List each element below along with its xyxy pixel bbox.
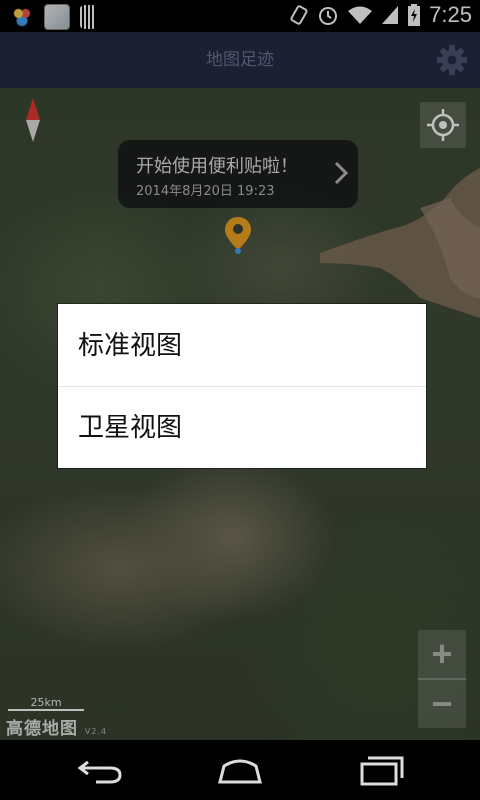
map-provider-logo: 高德地图 V2.4: [6, 714, 107, 739]
title-bar: 地图足迹: [0, 32, 480, 88]
satellite-view-option[interactable]: 卫星视图: [58, 388, 426, 468]
gear-icon[interactable]: [436, 44, 468, 76]
status-bar: 7:25: [0, 0, 480, 32]
memo-message: 开始使用便利贴啦！: [136, 156, 298, 177]
recent-apps-icon[interactable]: [358, 754, 406, 786]
wifi-icon: [348, 6, 373, 24]
notification-app-icon: [10, 5, 34, 29]
zoom-out-button[interactable]: −: [418, 680, 466, 728]
logo-text: 高德地图: [6, 719, 78, 739]
standard-view-option[interactable]: 标准视图: [58, 306, 426, 386]
battery-charging-icon: [408, 4, 421, 26]
compass-icon: [26, 98, 40, 142]
navigation-bar: [0, 740, 480, 800]
scale-label: 25km: [30, 696, 62, 709]
memo-info-bubble[interactable]: 开始使用便利贴啦！ 2014年8月20日 19:23: [118, 140, 358, 208]
rotation-icon: [290, 5, 308, 25]
locate-button[interactable]: [420, 102, 466, 148]
back-icon[interactable]: [76, 754, 124, 786]
signal-icon: [382, 6, 399, 24]
notification-icons: [10, 4, 96, 30]
zoom-controls: + −: [418, 630, 466, 728]
barcode-icon: [80, 5, 96, 29]
notification-app-icon: [44, 4, 70, 30]
page-title: 地图足迹: [206, 50, 274, 70]
alarm-icon: [319, 7, 338, 25]
scale-bar: [8, 709, 84, 711]
memo-date: 2014年8月20日 19:23: [136, 184, 275, 199]
zoom-in-button[interactable]: +: [418, 630, 466, 678]
crosshair-icon: [427, 109, 459, 141]
logo-version: V2.4: [84, 727, 108, 736]
map-type-dialog: 标准视图 卫星视图: [58, 304, 426, 468]
system-icons: 7:25: [289, 2, 472, 28]
map-scale: 25km: [8, 696, 84, 711]
chevron-right-icon: [334, 161, 349, 185]
home-icon[interactable]: [216, 754, 264, 786]
location-pin-icon[interactable]: [224, 216, 252, 254]
divider: [58, 386, 426, 387]
clock: 7:25: [429, 2, 472, 27]
